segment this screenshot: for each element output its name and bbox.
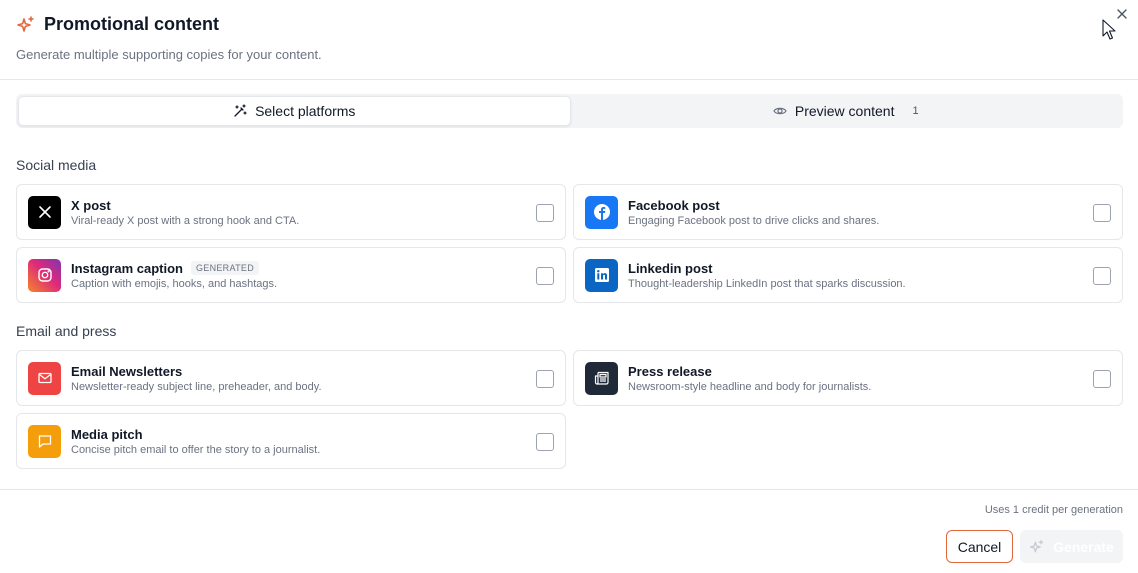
card-title: Press release [628, 363, 712, 379]
tab-label: Preview content [794, 103, 895, 119]
message-square-glyph [38, 435, 51, 448]
platform-card-media-pitch[interactable]: Media pitch Concise pitch email to offer… [16, 413, 566, 469]
tab-bar: Select platforms Preview content 1 [16, 94, 1123, 128]
dialog-subtitle: Generate multiple supporting copies for … [16, 47, 322, 62]
facebook-logo-glyph [593, 204, 610, 220]
section-title-email-and-press: Email and press [16, 323, 117, 339]
mouse-cursor-icon [1102, 19, 1116, 40]
x-logo-icon [28, 195, 61, 229]
platform-card-linkedin-post[interactable]: Linkedin post Thought-leadership LinkedI… [573, 247, 1123, 303]
email-newsletters-checkbox[interactable] [536, 370, 554, 388]
dialog-header: Promotional content Generate multiple su… [0, 0, 1138, 80]
generate-button[interactable]: Generate [1020, 530, 1123, 563]
sparkles-icon [1030, 539, 1044, 552]
mail-icon [28, 361, 61, 395]
tab-preview-content[interactable]: Preview content 1 [571, 96, 1122, 126]
card-text: X post Viral-ready X post with a strong … [71, 198, 299, 227]
card-title: Media pitch [71, 426, 143, 442]
close-icon [1117, 9, 1127, 19]
press-release-checkbox[interactable] [1093, 370, 1111, 388]
generated-badge: GENERATED [190, 261, 260, 275]
card-text: Instagram caption GENERATED Caption with… [71, 261, 277, 290]
magic-wand-icon [234, 104, 247, 117]
facebook-post-checkbox[interactable] [1093, 204, 1111, 222]
linkedin-logo-icon [585, 258, 618, 292]
card-description: Newsletter-ready subject line, preheader… [71, 380, 322, 393]
card-title: X post [71, 197, 111, 213]
card-description: Engaging Facebook post to drive clicks a… [628, 214, 880, 227]
mail-glyph [37, 372, 52, 384]
card-title-row: Linkedin post [628, 261, 906, 276]
card-description: Caption with emojis, hooks, and hashtags… [71, 277, 278, 290]
newspaper-icon [585, 361, 618, 395]
card-text: Linkedin post Thought-leadership LinkedI… [628, 261, 906, 290]
platform-card-email-newsletters[interactable]: Email Newsletters Newsletter-ready subje… [16, 350, 566, 406]
card-title-row: Facebook post [628, 198, 879, 213]
tab-select-platforms[interactable]: Select platforms [18, 96, 571, 126]
card-title-row: Press release [628, 364, 871, 379]
platform-card-instagram-caption[interactable]: Instagram caption GENERATED Caption with… [16, 247, 566, 303]
card-title-row: Media pitch [71, 427, 320, 442]
message-square-icon [28, 424, 61, 458]
tab-label: Select platforms [255, 103, 356, 119]
title-row: Promotional content [16, 14, 219, 35]
platform-card-x-post[interactable]: X post Viral-ready X post with a strong … [16, 184, 566, 240]
instagram-logo-icon [28, 258, 61, 292]
generate-label: Generate [1053, 538, 1114, 555]
tab-count-badge: 1 [912, 105, 919, 117]
card-text: Media pitch Concise pitch email to offer… [71, 427, 320, 456]
card-description: Concise pitch email to offer the story t… [71, 443, 321, 456]
dialog-title: Promotional content [44, 14, 219, 34]
instagram-caption-checkbox[interactable] [536, 267, 554, 285]
section-title-social-media: Social media [16, 157, 97, 173]
x-logo-glyph [38, 206, 51, 218]
card-title: Linkedin post [628, 260, 713, 276]
media-pitch-checkbox[interactable] [536, 433, 554, 451]
x-post-checkbox[interactable] [536, 204, 554, 222]
platform-card-facebook-post[interactable]: Facebook post Engaging Facebook post to … [573, 184, 1123, 240]
instagram-logo-glyph [37, 268, 52, 282]
card-title: Facebook post [628, 197, 720, 213]
close-button[interactable] [1114, 6, 1130, 22]
card-title: Instagram caption [71, 260, 183, 276]
cancel-button[interactable]: Cancel [946, 530, 1013, 563]
card-description: Viral-ready X post with a strong hook an… [71, 214, 300, 227]
card-title-row: Email Newsletters [71, 364, 322, 379]
credit-note: Uses 1 credit per generation [984, 504, 1123, 516]
card-text: Press release Newsroom-style headline an… [628, 364, 871, 393]
card-title-row: X post [71, 198, 299, 213]
dialog-footer: Uses 1 credit per generation Cancel Gene… [0, 489, 1138, 573]
card-description: Newsroom-style headline and body for jou… [628, 380, 872, 393]
card-title-row: Instagram caption GENERATED [71, 261, 277, 276]
linkedin-post-checkbox[interactable] [1093, 267, 1111, 285]
linkedin-logo-glyph [594, 268, 609, 282]
sparkles-icon [16, 15, 36, 35]
platform-card-press-release[interactable]: Press release Newsroom-style headline an… [573, 350, 1123, 406]
eye-icon [773, 107, 787, 115]
card-text: Facebook post Engaging Facebook post to … [628, 198, 879, 227]
card-text: Email Newsletters Newsletter-ready subje… [71, 364, 322, 393]
card-description: Thought-leadership LinkedIn post that sp… [628, 277, 906, 290]
newspaper-glyph [594, 371, 609, 385]
facebook-logo-icon [585, 195, 618, 229]
card-title: Email Newsletters [71, 363, 183, 379]
